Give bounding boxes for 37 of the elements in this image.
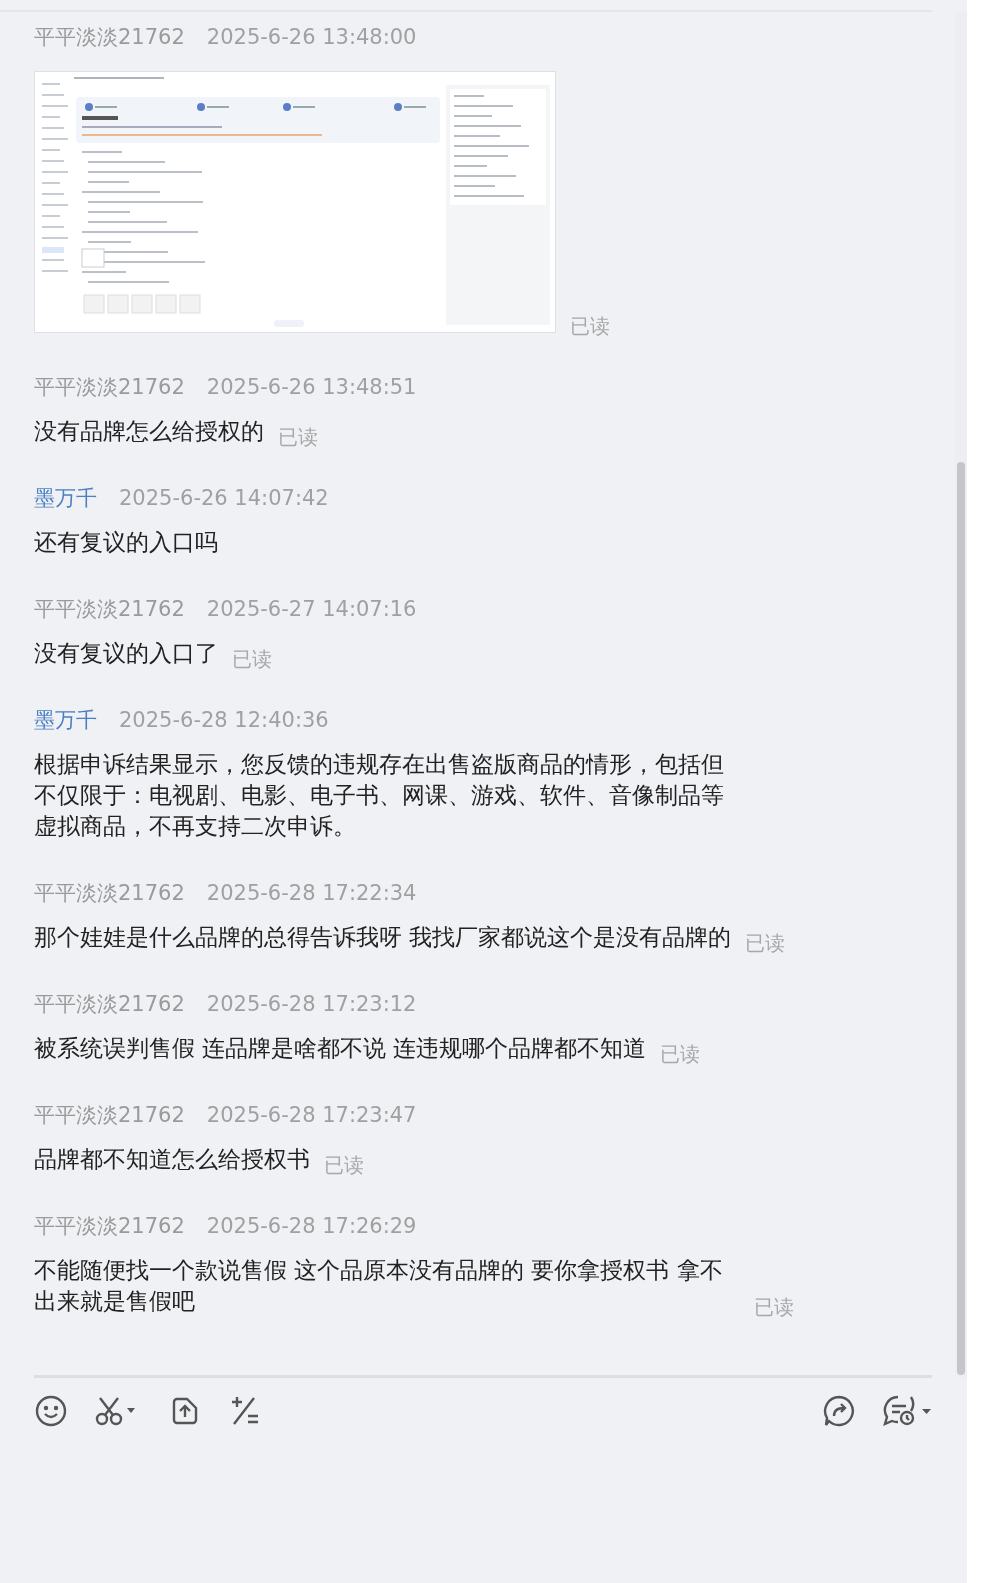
read-status: 已读 xyxy=(324,1152,364,1179)
message-text: 那个娃娃是什么品牌的总得告诉我呀 我找厂家都说这个是没有品牌的 xyxy=(34,923,732,952)
message-text: 还有复议的入口吗 xyxy=(34,528,218,557)
read-status: 已读 xyxy=(278,424,318,451)
sender-name: 平平淡淡21762 xyxy=(34,880,185,907)
message-time: 2025-6-28 17:23:12 xyxy=(206,991,417,1018)
read-status: 已读 xyxy=(570,313,610,340)
read-status: 已读 xyxy=(232,646,272,673)
forward-icon[interactable] xyxy=(822,1394,856,1428)
message-text: 没有品牌怎么给授权的 xyxy=(34,417,264,446)
message-time: 2025-6-28 17:22:34 xyxy=(206,880,417,907)
sender-name: 平平淡淡21762 xyxy=(34,1213,185,1240)
message-time: 2025-6-27 14:07:16 xyxy=(206,596,417,623)
read-status: 已读 xyxy=(745,930,786,957)
sender-name: 平平淡淡21762 xyxy=(34,596,185,623)
emoji-icon[interactable] xyxy=(34,1394,68,1428)
read-status: 已读 xyxy=(754,1294,794,1321)
scrollbar-thumb[interactable] xyxy=(957,462,965,1375)
message-time: 2025-6-28 17:26:29 xyxy=(206,1213,417,1240)
message-time: 2025-6-26 13:48:51 xyxy=(206,374,417,401)
sender-name: 平平淡淡21762 xyxy=(34,1102,185,1129)
read-status: 已读 xyxy=(660,1041,701,1068)
message-text: 没有复议的入口了 xyxy=(34,639,218,668)
sender-name: 平平淡淡21762 xyxy=(34,24,185,51)
message-time: 2025-6-26 13:48:00 xyxy=(206,24,417,51)
message-text: 品牌都不知道怎么给授权书 xyxy=(34,1145,310,1174)
sender-name: 墨万千 xyxy=(34,485,97,512)
message-text: 根据申诉结果显示，您反馈的违规存在出售盗版商品的情形，包括但不仅限于：电视剧、电影、电子书、网课、游戏、软件、音像制品等虚拟商品，不再支持二次申诉。 xyxy=(34,750,725,841)
chat-history-icon[interactable] xyxy=(882,1394,934,1428)
message-text: 被系统误判售假 连品牌是啥都不说 连违规哪个品牌都不知道 xyxy=(34,1034,647,1063)
sender-name: 平平淡淡21762 xyxy=(34,374,185,401)
sender-name: 平平淡淡21762 xyxy=(34,991,185,1018)
message-time: 2025-6-28 17:23:47 xyxy=(206,1102,417,1129)
message-text: 不能随便找一个款说售假 这个品原本没有品牌的 要你拿授权书 拿不出来就是售假吧 xyxy=(34,1256,724,1316)
message-time: 2025-6-28 12:40:36 xyxy=(119,707,329,734)
sender-name: 墨万千 xyxy=(34,707,97,734)
message-time: 2025-6-26 14:07:42 xyxy=(119,485,329,512)
